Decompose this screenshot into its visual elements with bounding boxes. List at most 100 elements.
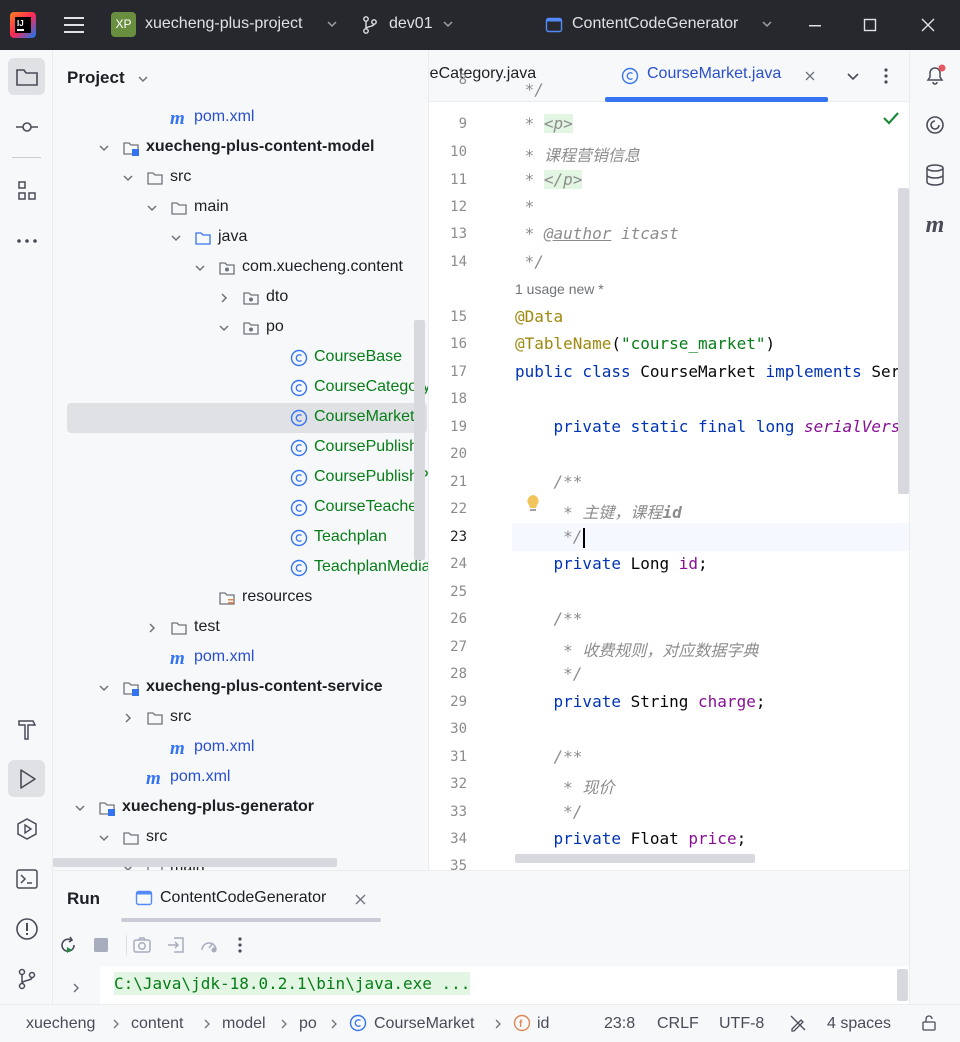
tree-source-folder[interactable]: java (53, 223, 428, 253)
tree-folder[interactable]: test (53, 613, 428, 643)
more-icon[interactable] (884, 67, 888, 85)
restore-layout-icon[interactable] (166, 935, 186, 955)
breadcrumb-po[interactable]: po (299, 1015, 317, 1033)
branch-selector[interactable]: dev01 (389, 15, 433, 33)
chevron-down-icon[interactable] (326, 18, 338, 30)
tree-module[interactable]: xuecheng-plus-generator (53, 793, 428, 823)
chevron-down-icon[interactable] (194, 262, 206, 274)
chevron-right-icon[interactable] (146, 622, 158, 634)
screenshot-icon[interactable] (132, 935, 152, 955)
tree-file-pom[interactable]: m pom.xml (53, 103, 428, 133)
usage-inlay-hint[interactable]: 1 usage new * (515, 281, 604, 297)
tree-class[interactable]: TeachplanMedia (53, 553, 428, 583)
chevron-down-icon[interactable] (122, 172, 134, 184)
tree-class[interactable]: CourseTeacher (53, 493, 428, 523)
notifications-button[interactable] (920, 60, 950, 90)
tab-close-icon[interactable] (355, 894, 366, 905)
chevron-down-icon[interactable] (98, 832, 110, 844)
lightbulb-icon[interactable] (525, 494, 541, 514)
project-tool-button[interactable] (8, 58, 45, 95)
tree-horizontal-scrollbar[interactable] (53, 858, 337, 867)
stop-icon[interactable] (91, 935, 111, 955)
tree-file-pom[interactable]: m pom.xml (53, 643, 428, 673)
chevron-right-icon[interactable] (122, 712, 134, 724)
tree-class[interactable]: Teachplan (53, 523, 428, 553)
run-tab-contentcodegenerator[interactable]: ContentCodeGenerator (160, 889, 326, 907)
chevron-down-icon[interactable] (98, 682, 110, 694)
chevron-down-icon[interactable] (74, 802, 86, 814)
check-icon[interactable] (881, 110, 901, 126)
chevron-down-icon[interactable] (218, 322, 230, 334)
console-scrollbar[interactable] (897, 969, 908, 1001)
commit-tool-button[interactable] (8, 108, 45, 145)
project-badge[interactable]: XP (111, 12, 136, 37)
tree-resources-folder[interactable]: resources (53, 583, 428, 613)
chevron-right-icon[interactable] (218, 292, 230, 304)
tree-package[interactable]: com.xuecheng.content (53, 253, 428, 283)
readonly-icon[interactable] (789, 1014, 807, 1032)
breadcrumb-coursemarket[interactable]: CourseMarket (374, 1015, 474, 1033)
build-tool-button[interactable] (8, 710, 45, 747)
chevron-down-icon[interactable] (170, 232, 182, 244)
chevron-down-icon[interactable] (846, 71, 860, 83)
tree-file-pom[interactable]: m pom.xml (53, 763, 428, 793)
run-console[interactable]: C:\Java\jdk-18.0.2.1\bin\java.exe ... (100, 966, 909, 1005)
console-command-line[interactable]: C:\Java\jdk-18.0.2.1\bin\java.exe ... (114, 972, 471, 995)
breadcrumb-id[interactable]: id (537, 1015, 549, 1033)
tab-close-icon[interactable] (804, 70, 816, 82)
structure-tool-button[interactable] (8, 172, 45, 209)
more-tools-button[interactable] (8, 222, 45, 259)
tree-class[interactable]: CourseMarket (53, 403, 428, 433)
problems-tool-button[interactable] (8, 910, 45, 947)
editor-horizontal-scrollbar[interactable] (515, 854, 755, 863)
more-icon[interactable] (235, 935, 255, 955)
tree-class[interactable]: CoursePublish (53, 433, 428, 463)
git-tool-button[interactable] (8, 960, 45, 997)
rerun-icon[interactable] (58, 935, 78, 955)
ai-assistant-button[interactable] (920, 110, 950, 140)
breadcrumb-xuecheng[interactable]: xuecheng (26, 1015, 95, 1033)
hamburger-menu-icon[interactable] (62, 14, 86, 36)
indent-setting[interactable]: 4 spaces (827, 1015, 891, 1033)
lock-icon[interactable] (920, 1014, 938, 1032)
maven-button[interactable]: m (920, 210, 950, 240)
tree-file-pom[interactable]: m pom.xml (53, 733, 428, 763)
tree-package[interactable]: dto (53, 283, 428, 313)
tree-class[interactable]: CourseCategory (53, 373, 428, 403)
minimize-icon[interactable] (805, 15, 825, 35)
intellij-logo-icon[interactable]: IJ (10, 12, 36, 38)
chevron-down-icon[interactable] (98, 142, 110, 154)
chevron-down-icon[interactable] (761, 18, 773, 30)
editor-vertical-scrollbar[interactable] (898, 188, 909, 494)
maximize-icon[interactable] (860, 15, 880, 35)
tree-class[interactable]: CourseBase (53, 343, 428, 373)
chevron-down-icon[interactable] (442, 18, 454, 30)
chevron-right-icon[interactable] (71, 982, 81, 994)
tree-module[interactable]: xuecheng-plus-content-service (53, 673, 428, 703)
tree-module[interactable]: xuecheng-plus-content-model (53, 133, 428, 163)
project-panel-title[interactable]: Project (67, 68, 125, 88)
file-encoding[interactable]: UTF-8 (719, 1015, 764, 1033)
tab-coursemarket[interactable]: CourseMarket.java (647, 65, 781, 83)
tree-folder[interactable]: src (53, 703, 428, 733)
tree-folder[interactable]: src (53, 163, 428, 193)
tree-folder[interactable]: main (53, 193, 428, 223)
breadcrumb-content[interactable]: content (131, 1015, 183, 1033)
caret-position[interactable]: 23:8 (604, 1015, 635, 1033)
run-tool-button[interactable] (8, 760, 45, 797)
profiler-icon[interactable] (199, 935, 219, 955)
chevron-down-icon[interactable] (146, 202, 158, 214)
run-config-selector[interactable]: ContentCodeGenerator (572, 15, 738, 33)
database-button[interactable] (920, 160, 950, 190)
chevron-down-icon[interactable] (137, 73, 149, 85)
tree-package[interactable]: po (53, 313, 428, 343)
tree-class[interactable]: CoursePublishPre (53, 463, 428, 493)
breadcrumb-model[interactable]: model (222, 1015, 266, 1033)
tree-vertical-scrollbar[interactable] (414, 320, 425, 560)
close-icon[interactable] (918, 15, 938, 35)
terminal-tool-button[interactable] (8, 860, 45, 897)
project-selector[interactable]: xuecheng-plus-project (145, 15, 302, 33)
services-tool-button[interactable] (8, 810, 45, 847)
tree-folder[interactable]: src (53, 823, 428, 853)
line-separator[interactable]: CRLF (657, 1015, 699, 1033)
